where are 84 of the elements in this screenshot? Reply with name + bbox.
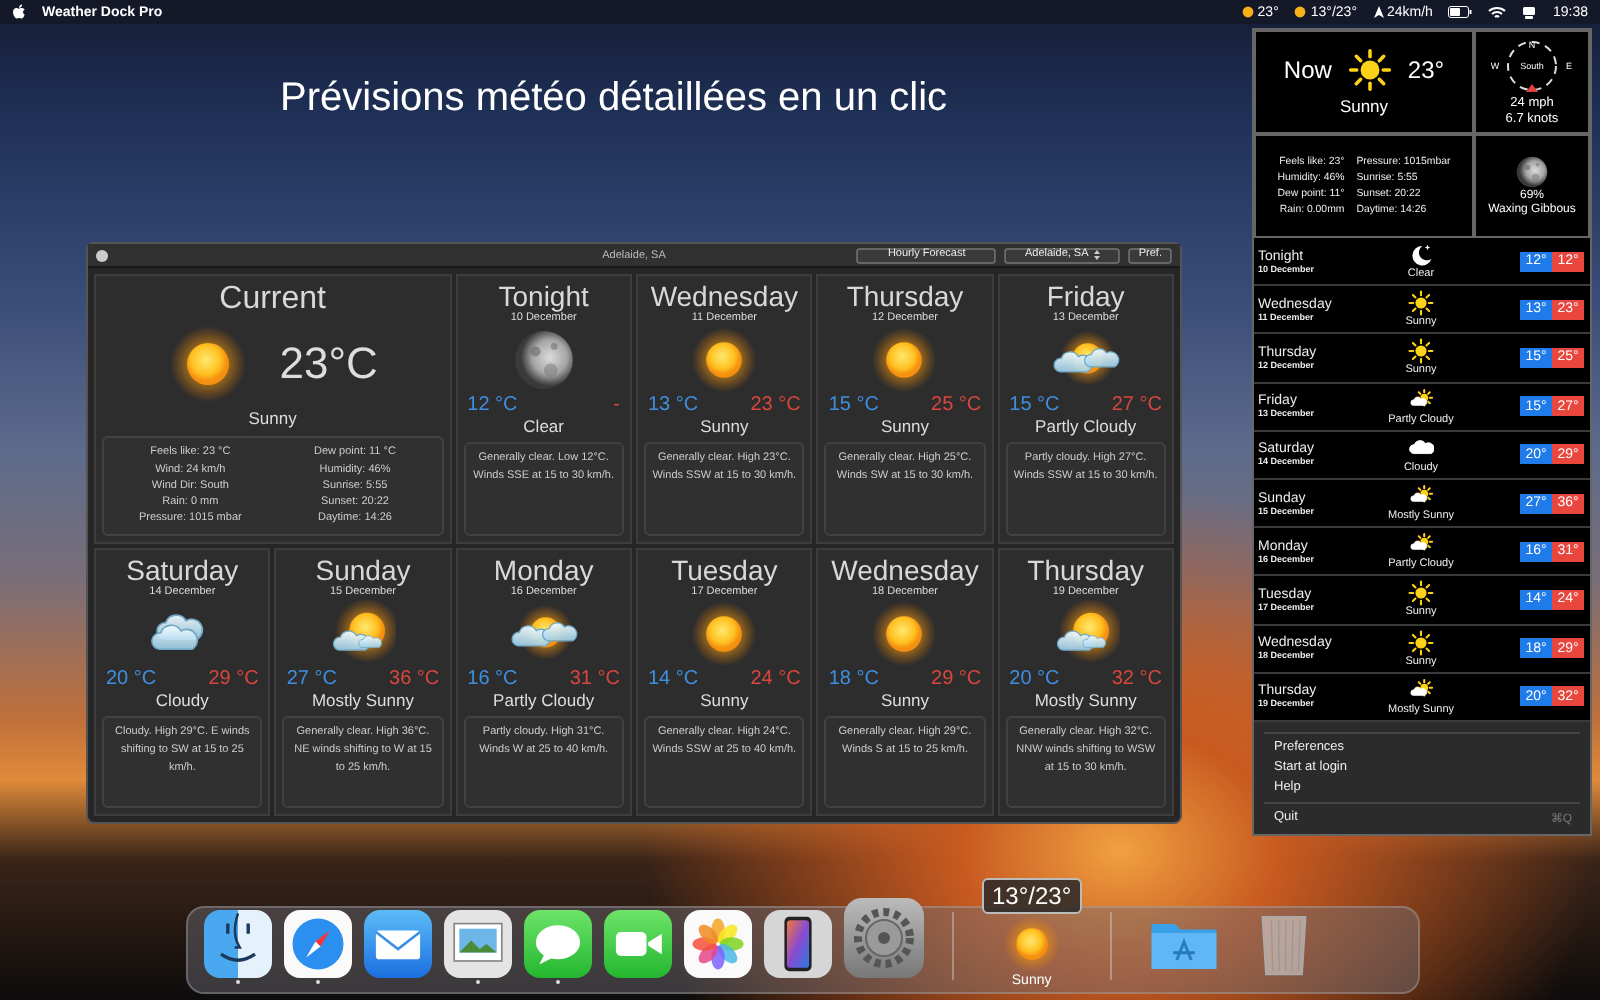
- day-name: Wednesday: [831, 553, 979, 585]
- high-temperature: 32 °C: [1111, 667, 1162, 689]
- day-name: Thursday: [1027, 553, 1144, 585]
- apple-logo-icon[interactable]: [12, 4, 26, 20]
- low-temperature: 16 °C: [467, 667, 518, 689]
- day-name: Wednesday: [650, 280, 798, 312]
- condition-label: Sunny: [880, 416, 930, 436]
- sun-icon: [690, 599, 759, 667]
- display-icon[interactable]: [1522, 5, 1537, 19]
- high-temperature: 29 °C: [931, 667, 982, 689]
- sun-icon: [1407, 580, 1434, 607]
- crescent-moon-icon: [1408, 242, 1434, 269]
- condition-label: Mostly Sunny: [1034, 689, 1137, 709]
- low-temperature: 20 °C: [106, 667, 157, 689]
- sun-icon: [1407, 338, 1434, 365]
- moon-icon: [1514, 154, 1550, 190]
- compass-ring-drawing: [1507, 41, 1557, 91]
- condition-label: Sunny: [880, 689, 930, 709]
- condition-label: Sunny: [700, 416, 749, 436]
- low-temperature: 13 °C: [648, 394, 699, 416]
- low-temperature: 12 °C: [467, 394, 518, 416]
- sun-icon: [1241, 6, 1254, 18]
- day-name: Sunday: [315, 553, 411, 585]
- sun-icon: [870, 599, 939, 667]
- photo-viewer-icon[interactable]: [444, 910, 512, 978]
- envelope-icon[interactable]: [364, 910, 432, 978]
- low-temperature: 15 °C: [828, 394, 879, 416]
- condition-label: Mostly Sunny: [311, 689, 414, 709]
- sun-icon: [1407, 629, 1434, 656]
- day-name: Friday: [1046, 280, 1125, 312]
- compass-icon[interactable]: [284, 910, 352, 978]
- day-name: Thursday: [846, 280, 964, 312]
- sun-icon: [870, 326, 939, 394]
- sun-icon: [690, 326, 759, 394]
- condition-label: Cloudy: [155, 689, 209, 709]
- sun-cloud-icon: [328, 599, 397, 667]
- condition-label: Partly Cloudy: [1035, 416, 1137, 436]
- wifi-icon[interactable]: [1488, 5, 1507, 19]
- high-temperature: 31 °C: [569, 667, 620, 689]
- high-temperature: 36 °C: [389, 667, 440, 689]
- high-temperature: 25 °C: [931, 394, 982, 416]
- headline: Prévisions météo détaillées en un clic: [280, 76, 948, 122]
- high-temperature: 27 °C: [1111, 394, 1162, 416]
- now-label: Now: [1283, 56, 1332, 84]
- sun-icon: [1407, 290, 1434, 317]
- high-temperature: 24 °C: [750, 667, 801, 689]
- low-temperature: 18 °C: [828, 667, 879, 689]
- smiling-face-icon[interactable]: [204, 910, 272, 978]
- day-name: Tuesday: [671, 553, 778, 585]
- high-temperature: 29 °C: [208, 667, 259, 689]
- gear-icon[interactable]: [844, 898, 924, 978]
- close-button[interactable]: [96, 249, 108, 261]
- low-temperature: 27 °C: [286, 667, 337, 689]
- chevron-icon: [1094, 250, 1101, 260]
- card-heading: Current: [219, 280, 326, 320]
- sun-icon: [1294, 6, 1307, 18]
- low-temperature: 14 °C: [648, 667, 699, 689]
- current-temperature: 23°C: [279, 338, 378, 390]
- day-name: Tonight: [498, 280, 589, 312]
- low-temperature: 15 °C: [1009, 394, 1060, 416]
- condition-label: Sunny: [248, 408, 297, 428]
- battery-icon[interactable]: [1448, 6, 1473, 18]
- day-name: Saturday: [126, 553, 239, 585]
- video-camera-icon[interactable]: [604, 910, 672, 978]
- wind-direction-icon: [1526, 84, 1538, 92]
- flower-icon[interactable]: [684, 910, 752, 978]
- condition-label: Clear: [523, 416, 564, 436]
- moon-icon: [509, 326, 578, 394]
- sun-cloud-icon: [1051, 599, 1120, 667]
- wind-arrow-icon: [1373, 6, 1383, 18]
- high-temperature: -: [613, 394, 620, 416]
- day-name: Monday: [493, 553, 594, 585]
- sun-icon: [1347, 48, 1392, 92]
- sun-icon: [1001, 914, 1062, 974]
- condition-label: Partly Cloudy: [493, 689, 595, 709]
- phone-icon[interactable]: [764, 910, 832, 978]
- speech-bubble-icon[interactable]: [524, 910, 592, 978]
- temperature-range-label[interactable]: 13°/23°: [982, 878, 1082, 914]
- condition-label: Sunny: [700, 689, 749, 709]
- low-temperature: 20 °C: [1009, 667, 1060, 689]
- high-temperature: 23 °C: [750, 394, 801, 416]
- sun-icon: [167, 324, 248, 404]
- current-temperature: 23°: [1407, 56, 1445, 84]
- condition-label: Sunny: [1339, 96, 1389, 116]
